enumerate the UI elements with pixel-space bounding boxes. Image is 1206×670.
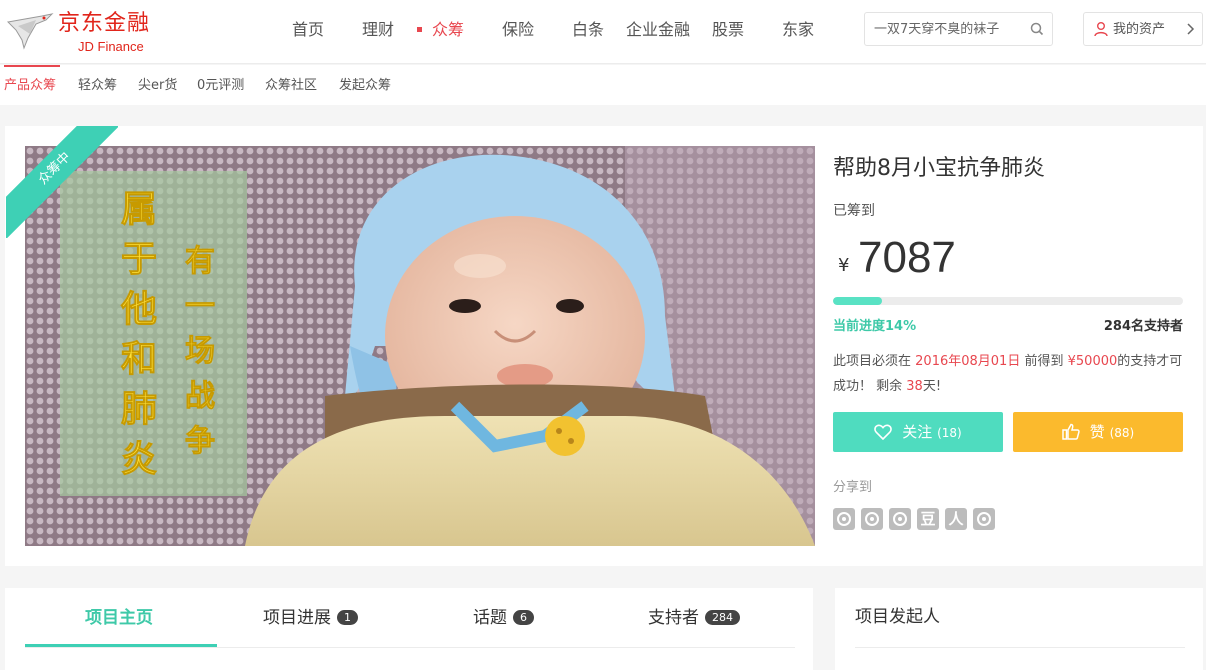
search-box <box>864 12 1053 46</box>
initiator-divider <box>855 647 1185 648</box>
tab-label: 支持者 <box>648 608 699 628</box>
image-caption-char: 他 <box>120 289 157 330</box>
terms-middle: 前得到 <box>1024 354 1064 369</box>
brand-name-en: JD Finance <box>78 39 144 54</box>
image-caption-char: 有 <box>185 244 215 279</box>
brand-name-cn: 京东金融 <box>58 11 151 36</box>
follow-label: 关注 <box>902 423 933 441</box>
project-hero-image[interactable]: 属 于 他 和 肺 炎 有 一 场 战 争 <box>25 146 815 546</box>
search-input[interactable] <box>874 19 1024 39</box>
share-label: 分享到 <box>833 480 873 495</box>
like-label: 赞 <box>1089 423 1105 441</box>
heart-icon <box>874 424 893 441</box>
wechat-icon[interactable] <box>973 508 995 530</box>
thumbs-up-icon <box>1062 423 1080 440</box>
baby-photo: 属 于 他 和 肺 炎 有 一 场 战 争 <box>25 146 815 546</box>
qq-weibo-icon[interactable] <box>861 508 883 530</box>
image-caption-char: 和 <box>121 339 157 380</box>
subnav-start-crowdfunding[interactable]: 发起众筹 <box>339 77 391 95</box>
nav-stocks[interactable]: 股票 <box>712 19 744 41</box>
nav-baitiao[interactable]: 白条 <box>572 19 604 41</box>
terms-deadline: 2016年08月01日 <box>915 354 1021 369</box>
image-caption-char: 战 <box>185 379 215 414</box>
qzone-icon[interactable] <box>889 508 911 530</box>
weibo-icon[interactable] <box>833 508 855 530</box>
subnav-jianer-goods[interactable]: 尖er货 <box>138 77 177 95</box>
funding-progress-bar <box>833 297 1183 305</box>
follow-count: (18) <box>937 426 962 440</box>
tab-project-progress[interactable]: 项目进展 1 <box>263 607 358 629</box>
project-title: 帮助8月小宝抗争肺炎 <box>833 156 1045 181</box>
image-caption-char: 属 <box>121 189 157 230</box>
like-button[interactable]: 赞 (88) <box>1013 412 1183 452</box>
terms-days-suffix: 天! <box>922 379 942 394</box>
sub-navigation: 产品众筹 轻众筹 尖er货 0元评测 众筹社区 发起众筹 <box>0 65 1206 105</box>
my-assets-label: 我的资产 <box>1113 22 1166 37</box>
active-nav-marker <box>417 27 422 32</box>
initiator-card: 项目发起人 <box>835 588 1203 670</box>
raised-label: 已筹到 <box>833 203 875 219</box>
subnav-free-review[interactable]: 0元评测 <box>197 77 244 95</box>
image-caption-char: 一 <box>185 289 215 324</box>
subnav-light-crowdfunding[interactable]: 轻众筹 <box>78 77 117 95</box>
project-tabs-card: 项目主页 项目进展 1 话题 6 支持者 284 <box>5 588 813 670</box>
renren-icon[interactable]: 人 <box>945 508 967 530</box>
image-caption-char: 肺 <box>121 389 157 430</box>
jd-finance-logo[interactable]: 京东金融 JD Finance <box>6 8 176 56</box>
chevron-right-icon <box>1187 23 1195 35</box>
progress-percent: 当前进度14% <box>833 319 917 334</box>
tab-count-badge: 284 <box>705 610 740 625</box>
nav-enterprise-finance[interactable]: 企业金融 <box>626 19 690 41</box>
like-count: (88) <box>1109 426 1135 440</box>
tab-count-badge: 1 <box>337 610 358 625</box>
my-assets-button[interactable]: 我的资产 <box>1083 12 1203 46</box>
status-ribbon: 众筹中 <box>6 126 118 238</box>
raised-amount: 7087 <box>858 233 956 282</box>
tab-label: 项目主页 <box>85 608 153 628</box>
image-caption-char: 争 <box>185 424 215 459</box>
jd-logo-icon <box>6 13 54 50</box>
initiator-title: 项目发起人 <box>855 607 940 627</box>
nav-home[interactable]: 首页 <box>292 19 324 41</box>
search-icon[interactable] <box>1029 21 1045 37</box>
terms-goal: ¥50000 <box>1067 354 1118 369</box>
top-header: 京东金融 JD Finance 首页 理财 众筹 保险 白条 企业金融 股票 东… <box>0 0 1206 64</box>
project-summary-card: 属 于 他 和 肺 炎 有 一 场 战 争 <box>5 126 1203 566</box>
image-caption-char: 于 <box>121 239 157 280</box>
image-caption-char: 场 <box>185 334 215 369</box>
tab-supporters[interactable]: 支持者 284 <box>648 607 740 629</box>
tab-label: 项目进展 <box>263 608 331 628</box>
subnav-product-crowdfunding[interactable]: 产品众筹 <box>4 77 56 95</box>
tab-count-badge: 6 <box>513 610 534 625</box>
terms-days-left: 38 <box>906 379 923 394</box>
currency-symbol: ¥ <box>838 255 850 276</box>
status-ribbon-label: 众筹中 <box>6 126 118 238</box>
nav-insurance[interactable]: 保险 <box>502 19 534 41</box>
nav-dongjia[interactable]: 东家 <box>782 19 814 41</box>
funding-terms: 此项目必须在 2016年08月01日 前得到 ¥50000的支持才可成功！ 剩余… <box>833 349 1188 399</box>
tab-project-home[interactable]: 项目主页 <box>85 607 153 629</box>
subnav-community[interactable]: 众筹社区 <box>265 77 317 95</box>
tabs-divider <box>25 647 795 648</box>
nav-crowdfunding[interactable]: 众筹 <box>432 19 464 41</box>
subnav-active-underline <box>4 65 60 67</box>
funding-progress-fill <box>833 297 882 305</box>
douban-icon[interactable]: 豆 <box>917 508 939 530</box>
follow-button[interactable]: 关注 (18) <box>833 412 1003 452</box>
nav-wealth[interactable]: 理财 <box>362 19 394 41</box>
image-caption-char: 炎 <box>121 439 157 480</box>
supporter-count: 284名支持者 <box>1103 319 1183 334</box>
terms-prefix: 此项目必须在 <box>833 354 912 369</box>
user-icon <box>1094 22 1108 37</box>
tab-label: 话题 <box>473 608 507 628</box>
tab-topics[interactable]: 话题 6 <box>473 607 534 629</box>
